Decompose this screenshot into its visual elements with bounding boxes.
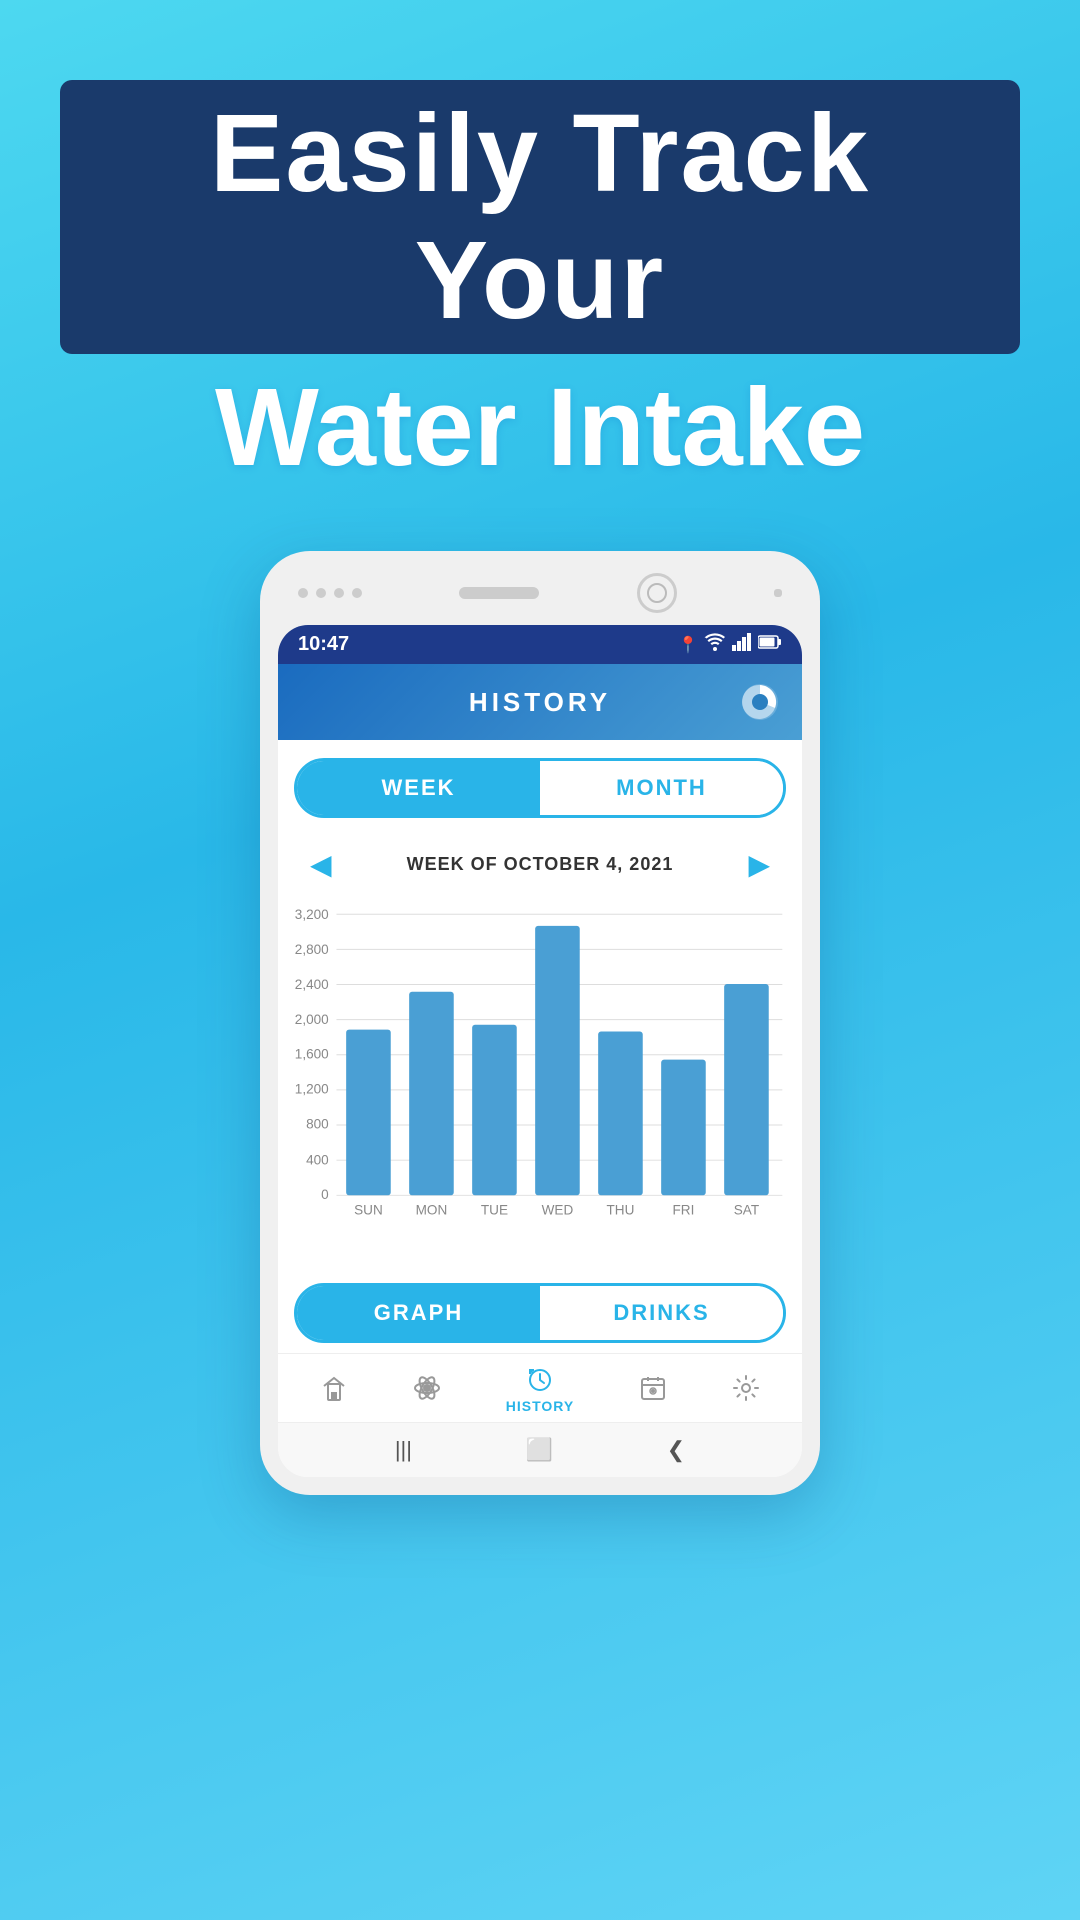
svg-text:0: 0	[321, 1187, 329, 1202]
phone-camera-inner	[647, 583, 667, 603]
nav-history[interactable]: HISTORY	[506, 1366, 574, 1414]
bar-wed	[535, 926, 580, 1195]
nav-atom[interactable]	[413, 1374, 441, 1406]
pie-chart-icon[interactable]	[738, 680, 782, 724]
dot-2	[316, 588, 326, 598]
graph-drinks-toggle: GRAPH DRINKS	[294, 1283, 786, 1343]
bar-tue	[472, 1025, 517, 1196]
svg-text:2,400: 2,400	[295, 977, 329, 992]
chart-svg: 0 400 800 1,200 1,600 2,000 2,400 2,800 …	[288, 889, 792, 1269]
drinks-tab[interactable]: DRINKS	[540, 1286, 783, 1340]
android-home[interactable]: ⬜	[526, 1437, 553, 1463]
dot-4	[352, 588, 362, 598]
app-title: HISTORY	[342, 687, 738, 718]
status-time: 10:47	[298, 633, 349, 656]
week-nav: ◀ WEEK OF OCTOBER 4, 2021 ▶	[278, 836, 802, 889]
svg-text:THU: THU	[607, 1203, 635, 1218]
svg-text:TUE: TUE	[481, 1203, 508, 1218]
week-label: WEEK OF OCTOBER 4, 2021	[407, 854, 674, 875]
svg-text:1,600: 1,600	[295, 1047, 329, 1062]
next-week-button[interactable]: ▶	[736, 844, 782, 885]
phone-mockup: 10:47 📍	[260, 551, 820, 1495]
month-tab[interactable]: MONTH	[540, 761, 783, 815]
nav-calendar[interactable]	[639, 1374, 667, 1406]
dot-1	[298, 588, 308, 598]
android-recents[interactable]: |||	[395, 1437, 412, 1463]
graph-tab[interactable]: GRAPH	[297, 1286, 540, 1340]
phone-screen: 10:47 📍	[278, 625, 802, 1477]
week-month-toggle: WEEK MONTH	[294, 758, 786, 818]
phone-camera	[637, 573, 677, 613]
svg-text:WED: WED	[542, 1203, 574, 1218]
bar-sat	[724, 984, 769, 1195]
headline-line2: Water Intake	[60, 364, 1020, 491]
svg-text:MON: MON	[416, 1203, 448, 1218]
bar-mon	[409, 992, 454, 1196]
bar-thu	[598, 1032, 643, 1196]
bar-fri	[661, 1060, 706, 1196]
nav-history-label: HISTORY	[506, 1398, 574, 1414]
android-nav-bar: ||| ⬜ ❮	[278, 1422, 802, 1477]
bottom-nav: HISTORY	[278, 1353, 802, 1422]
dot-3	[334, 588, 344, 598]
prev-week-button[interactable]: ◀	[298, 844, 344, 885]
svg-text:2,000: 2,000	[295, 1012, 329, 1027]
phone-side-btn	[774, 589, 782, 597]
nav-settings[interactable]	[732, 1374, 760, 1406]
status-bar: 10:47 📍	[278, 625, 802, 664]
nav-home[interactable]	[320, 1374, 348, 1406]
svg-text:400: 400	[306, 1152, 329, 1167]
status-icons: 📍	[678, 633, 782, 656]
app-header: HISTORY	[278, 664, 802, 740]
week-tab[interactable]: WEEK	[297, 761, 540, 815]
svg-text:SUN: SUN	[354, 1203, 383, 1218]
android-back[interactable]: ❮	[667, 1437, 685, 1463]
svg-text:2,800: 2,800	[295, 942, 329, 957]
phone-top-bar	[278, 573, 802, 625]
svg-text:FRI: FRI	[673, 1203, 695, 1218]
svg-text:3,200: 3,200	[295, 907, 329, 922]
location-icon: 📍	[678, 635, 698, 655]
phone-notch	[459, 587, 539, 599]
bar-sun	[346, 1030, 391, 1196]
svg-text:1,200: 1,200	[295, 1082, 329, 1097]
svg-text:SAT: SAT	[734, 1203, 759, 1218]
phone-dots	[298, 588, 362, 598]
wifi-icon	[704, 633, 726, 656]
headline-line1: Easily Track Your	[60, 80, 1020, 354]
battery-icon	[758, 634, 782, 655]
header-section: Easily Track Your Water Intake	[0, 80, 1080, 491]
bar-chart: 0 400 800 1,200 1,600 2,000 2,400 2,800 …	[278, 889, 802, 1269]
svg-text:800: 800	[306, 1116, 329, 1131]
signal-icon	[732, 633, 752, 656]
